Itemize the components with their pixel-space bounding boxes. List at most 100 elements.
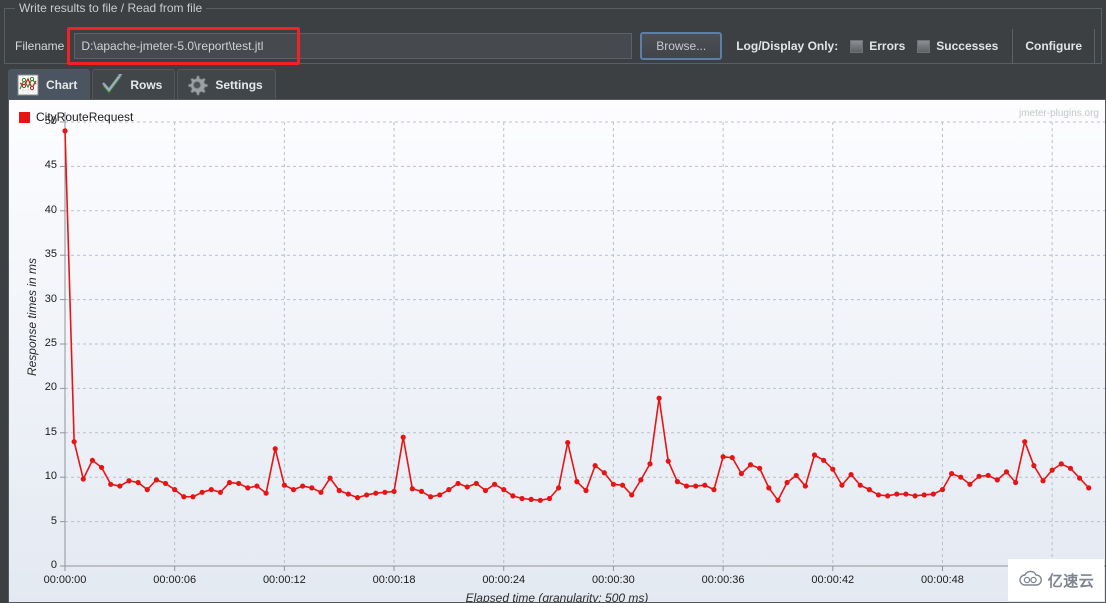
data-point <box>592 463 598 469</box>
y-tick-label: 0 <box>50 559 57 571</box>
data-point <box>866 487 872 493</box>
y-tick-label: 35 <box>44 248 57 261</box>
browse-button[interactable]: Browse... <box>640 32 723 60</box>
data-point <box>958 474 964 480</box>
data-point <box>766 485 772 491</box>
data-point <box>729 455 735 461</box>
data-point <box>601 470 607 476</box>
tab-chart[interactable]: Chart <box>8 69 91 100</box>
data-point <box>693 483 699 489</box>
data-point <box>885 493 891 499</box>
data-point <box>126 478 132 484</box>
errors-checkbox[interactable] <box>850 39 864 53</box>
x-tick-label: 00:00:00 <box>43 574 87 586</box>
y-tick-label: 40 <box>44 203 57 216</box>
tab-settings-label: Settings <box>215 78 263 92</box>
filename-input[interactable] <box>74 33 633 59</box>
data-point <box>208 487 214 493</box>
data-point <box>437 492 443 498</box>
data-point <box>217 489 223 495</box>
data-point <box>1022 439 1028 445</box>
y-tick-label: 20 <box>44 381 57 394</box>
data-point <box>89 457 96 463</box>
data-point <box>610 481 617 487</box>
data-point <box>1067 465 1074 471</box>
data-point <box>382 489 388 495</box>
data-point <box>300 483 306 489</box>
data-point <box>619 482 626 488</box>
data-point <box>309 485 315 491</box>
data-point <box>418 488 425 495</box>
data-point <box>747 462 754 468</box>
data-point <box>775 497 781 503</box>
data-point <box>455 480 461 487</box>
chart-legend[interactable]: CityRouteRequest <box>19 110 133 124</box>
data-point <box>71 439 77 445</box>
data-point <box>903 491 909 497</box>
data-point <box>153 477 159 483</box>
data-point <box>629 492 635 498</box>
data-point <box>117 483 123 489</box>
data-point <box>665 458 671 464</box>
data-point <box>199 489 205 495</box>
data-point <box>528 496 534 502</box>
data-point <box>391 488 397 495</box>
data-point <box>108 481 114 487</box>
data-point <box>574 479 580 485</box>
tab-rows-label: Rows <box>130 78 163 92</box>
data-point <box>784 479 790 486</box>
data-point <box>364 492 370 498</box>
data-point <box>1040 478 1046 484</box>
data-point <box>290 487 297 493</box>
data-point <box>638 477 644 483</box>
successes-checkbox-group[interactable]: Successes <box>917 39 998 53</box>
log-display-only-label: Log/Display Only: <box>736 39 839 53</box>
data-point <box>546 495 553 502</box>
data-point <box>811 452 818 458</box>
data-point <box>1031 463 1037 469</box>
data-point <box>939 487 946 493</box>
data-point <box>537 497 543 503</box>
data-point <box>1076 475 1083 481</box>
configure-button[interactable]: Configure <box>1012 29 1095 63</box>
data-point <box>839 482 845 488</box>
y-tick-label: 30 <box>44 292 57 305</box>
data-point <box>162 480 169 487</box>
gear-icon <box>186 74 209 96</box>
data-point <box>501 487 507 493</box>
write-results-group: Write results to file / Read from file F… <box>4 1 1102 65</box>
data-point <box>674 479 681 485</box>
successes-checkbox[interactable] <box>917 39 931 53</box>
filename-label: Filename <box>15 39 65 53</box>
tab-rows[interactable]: Rows <box>92 69 176 100</box>
check-mark-icon <box>101 71 124 96</box>
data-point <box>683 483 690 489</box>
data-point <box>272 446 278 452</box>
y-axis-title: Response times in ms <box>25 257 39 377</box>
data-point <box>190 494 196 500</box>
tab-settings[interactable]: Settings <box>177 69 276 100</box>
data-point <box>245 485 251 491</box>
data-point <box>519 495 525 502</box>
data-point <box>400 434 406 440</box>
errors-checkbox-group[interactable]: Errors <box>850 39 905 53</box>
data-point <box>446 487 452 493</box>
data-point <box>236 480 242 487</box>
data-point <box>583 487 589 494</box>
x-tick-label: 00:00:12 <box>262 574 306 586</box>
data-point <box>172 487 178 493</box>
data-point <box>409 486 415 492</box>
data-point <box>98 464 105 471</box>
group-title: Write results to file / Read from file <box>15 1 207 15</box>
data-point <box>757 465 763 471</box>
data-point <box>848 471 854 478</box>
tab-chart-label: Chart <box>46 78 78 92</box>
x-tick-label: 00:00:36 <box>701 574 745 586</box>
data-point <box>1058 461 1064 467</box>
data-point <box>281 482 287 488</box>
chart-panel: CityRouteRequest jmeter-plugins.org Resp… <box>8 99 1106 603</box>
data-point <box>80 476 86 482</box>
x-tick-label: 00:00:30 <box>591 574 635 586</box>
data-point <box>949 471 955 477</box>
data-point <box>373 490 379 496</box>
